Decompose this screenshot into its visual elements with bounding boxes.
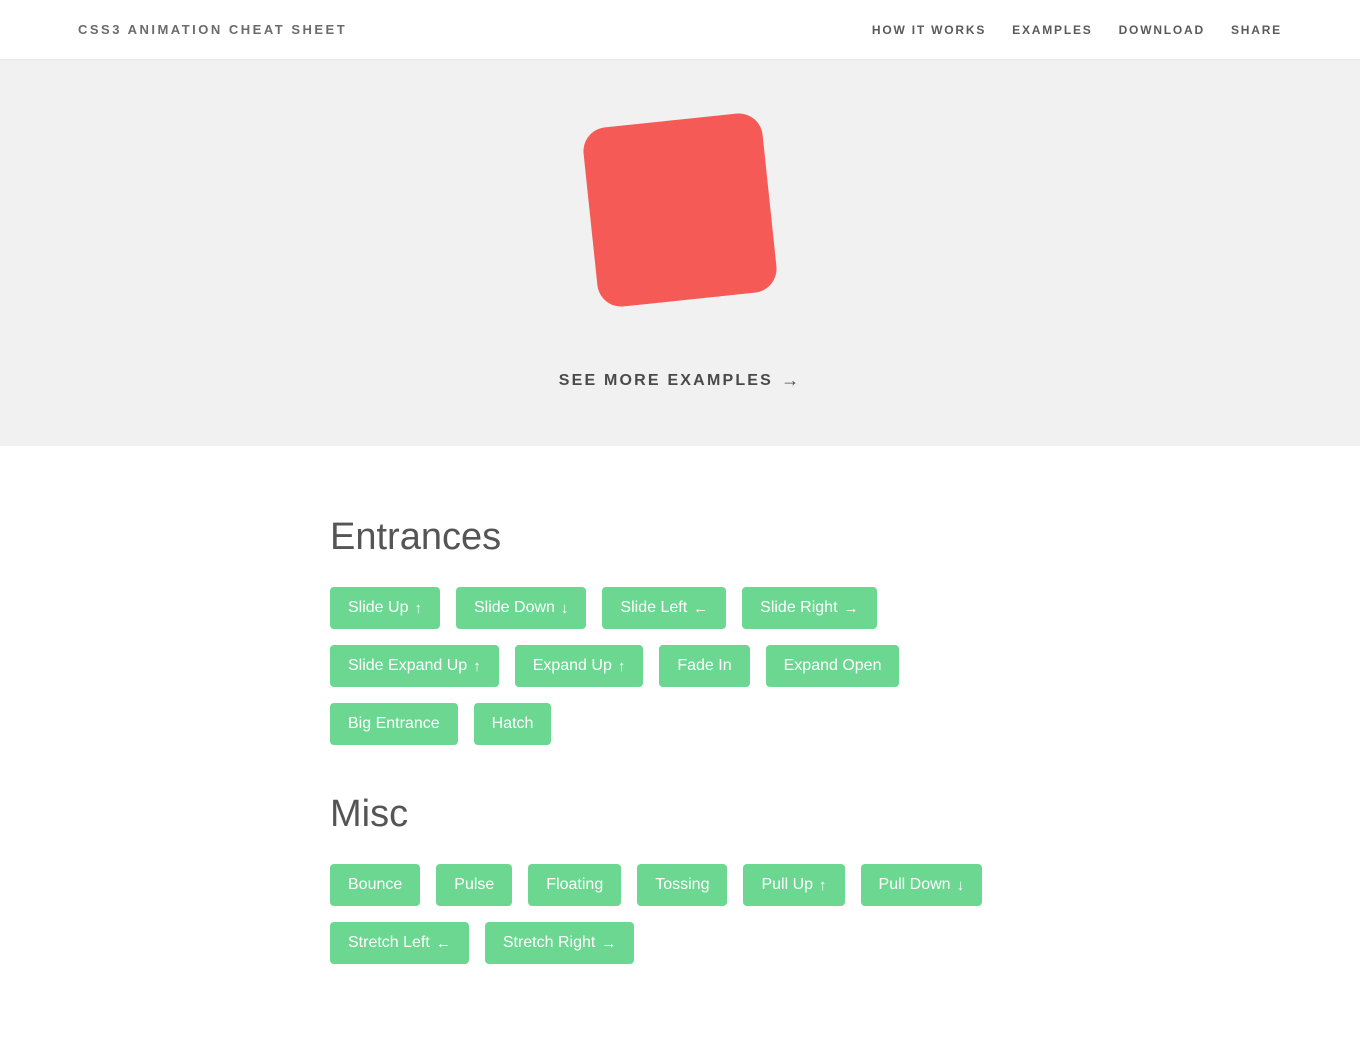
arrow-up-icon: ↑ [618, 659, 626, 674]
hatch-button[interactable]: Hatch [474, 703, 552, 745]
misc-button-group: Bounce Pulse Floating Tossing Pull Up↑ P… [330, 864, 1030, 964]
slide-right-button[interactable]: Slide Right→ [742, 587, 876, 629]
pull-up-button[interactable]: Pull Up↑ [743, 864, 844, 906]
slide-left-button[interactable]: Slide Left← [602, 587, 726, 629]
slide-down-button[interactable]: Slide Down↓ [456, 587, 586, 629]
nav-download[interactable]: DOWNLOAD [1119, 23, 1205, 37]
arrow-up-icon: ↑ [473, 659, 481, 674]
fade-in-button[interactable]: Fade In [659, 645, 749, 687]
see-more-label: SEE MORE EXAMPLES [559, 372, 773, 390]
brand[interactable]: CSS3 ANIMATION CHEAT SHEET [78, 22, 347, 37]
misc-heading: Misc [330, 793, 1030, 836]
arrow-down-icon: ↓ [561, 601, 569, 616]
arrow-left-icon: ← [436, 936, 451, 951]
arrow-left-icon: ← [693, 601, 708, 616]
pull-down-button[interactable]: Pull Down↓ [861, 864, 983, 906]
nav-examples[interactable]: EXAMPLES [1012, 23, 1092, 37]
entrances-heading: Entrances [330, 516, 1030, 559]
slide-expand-up-button[interactable]: Slide Expand Up↑ [330, 645, 499, 687]
pulse-button[interactable]: Pulse [436, 864, 512, 906]
arrow-up-icon: ↑ [414, 601, 422, 616]
big-entrance-button[interactable]: Big Entrance [330, 703, 458, 745]
main-nav: HOW IT WORKS EXAMPLES DOWNLOAD SHARE [872, 23, 1282, 37]
nav-how-it-works[interactable]: HOW IT WORKS [872, 23, 986, 37]
bounce-button[interactable]: Bounce [330, 864, 420, 906]
arrow-right-icon: → [844, 601, 859, 616]
nav-share[interactable]: SHARE [1231, 23, 1282, 37]
stretch-right-button[interactable]: Stretch Right→ [485, 922, 634, 964]
arrow-up-icon: ↑ [819, 878, 827, 893]
topbar: CSS3 ANIMATION CHEAT SHEET HOW IT WORKS … [0, 0, 1360, 60]
arrow-right-icon: → [781, 370, 801, 391]
expand-up-button[interactable]: Expand Up↑ [515, 645, 644, 687]
entrances-button-group: Slide Up↑ Slide Down↓ Slide Left← Slide … [330, 587, 1030, 745]
arrow-right-icon: → [601, 936, 616, 951]
hero-section: SEE MORE EXAMPLES → [0, 60, 1360, 446]
arrow-down-icon: ↓ [957, 878, 965, 893]
slide-up-button[interactable]: Slide Up↑ [330, 587, 440, 629]
animation-demo-box [581, 111, 779, 309]
floating-button[interactable]: Floating [528, 864, 621, 906]
expand-open-button[interactable]: Expand Open [766, 645, 900, 687]
stretch-left-button[interactable]: Stretch Left← [330, 922, 469, 964]
see-more-link[interactable]: SEE MORE EXAMPLES → [559, 370, 802, 391]
tossing-button[interactable]: Tossing [637, 864, 727, 906]
content: Entrances Slide Up↑ Slide Down↓ Slide Le… [290, 446, 1070, 1044]
